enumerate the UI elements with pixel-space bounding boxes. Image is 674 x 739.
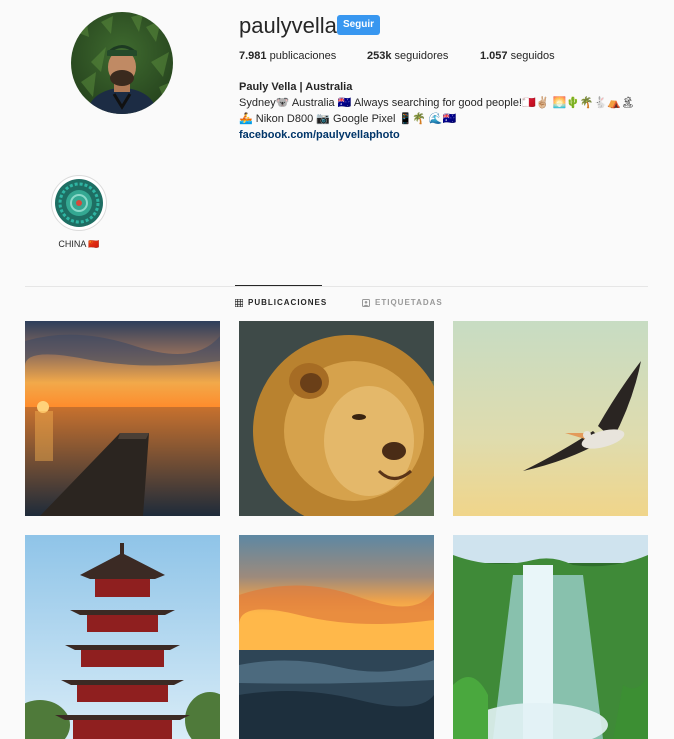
post-thumbnail-ocean-sunset[interactable] [239, 535, 434, 739]
highlight-label: CHINA 🇨🇳 [58, 239, 100, 249]
post-thumbnail-waterfall[interactable] [453, 535, 648, 739]
followers-count-value: 253k [367, 50, 392, 62]
tabs-divider [25, 286, 648, 287]
tab-etiquetadas-label: ETIQUETADAS [375, 298, 443, 307]
bio-line-1: Sydney🐨 Australia 🇦🇺 Always searching fo… [239, 97, 635, 109]
following-count-value: 1.057 [480, 50, 508, 62]
grid-icon [235, 298, 243, 307]
tab-etiquetadas[interactable]: ETIQUETADAS [362, 298, 443, 307]
bio-website-link[interactable]: facebook.com/paulyvellaphoto [239, 129, 400, 141]
posts-count-value: 7.981 [239, 50, 267, 62]
profile-username: paulyvella [239, 13, 337, 38]
tab-publicaciones[interactable]: PUBLICACIONES [235, 298, 327, 307]
followers-count[interactable]: 253k seguidores [367, 50, 448, 62]
highlight-cover [51, 175, 107, 231]
post-thumbnail-pagoda[interactable] [25, 535, 220, 739]
posts-count-label: publicaciones [269, 50, 337, 62]
bio-full-name: Pauly Vella | Australia [239, 81, 353, 93]
following-count[interactable]: 1.057 seguidos [480, 50, 555, 62]
bio-line-2: 🚣 Nikon D800 📷 Google Pixel 📱🌴 🌊🇦🇺 [239, 113, 457, 125]
post-thumbnail-sunset-pier[interactable] [25, 321, 220, 516]
story-highlight-china[interactable]: CHINA 🇨🇳 [50, 175, 108, 250]
tab-publicaciones-label: PUBLICACIONES [248, 298, 328, 307]
profile-avatar[interactable] [71, 12, 173, 114]
post-thumbnail-lion[interactable] [239, 321, 434, 516]
post-thumbnail-pelican[interactable] [453, 321, 648, 516]
follow-button[interactable]: Seguir [337, 15, 380, 35]
posts-count: 7.981 publicaciones [239, 50, 336, 62]
followers-count-label: seguidores [394, 50, 449, 62]
profile-bio: Pauly Vella | Australia Sydney🐨 Australi… [239, 79, 659, 143]
active-tab-indicator [235, 285, 322, 286]
following-count-label: seguidos [510, 50, 555, 62]
tag-icon [362, 298, 370, 307]
